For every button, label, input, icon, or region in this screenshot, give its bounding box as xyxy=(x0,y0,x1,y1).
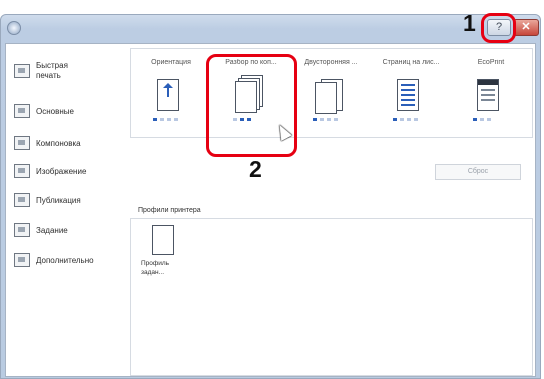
ecoprint-icon xyxy=(477,79,499,111)
orientation-icon xyxy=(157,79,179,111)
tile-pages-per-sheet[interactable]: Страниц на лис... xyxy=(371,49,451,137)
profiles-list: Профиль задан... xyxy=(130,218,533,376)
setting-dots xyxy=(473,118,503,122)
main-panel: Ориентация Разбор по коп... Двусторонняя… xyxy=(130,44,535,376)
sidebar-item-label: Компоновка xyxy=(36,138,81,148)
sidebar: Быстрая печать Основные Компоновка Изобр… xyxy=(6,44,126,376)
callout-number-2: 2 xyxy=(249,156,262,182)
sidebar-item-advanced[interactable]: Дополнительно xyxy=(10,249,120,271)
layout-icon xyxy=(14,136,30,150)
tile-caption: EcoPrint xyxy=(477,59,505,66)
callout-number-1: 1 xyxy=(463,10,476,36)
app-icon xyxy=(7,21,21,35)
sidebar-item-image[interactable]: Изображение xyxy=(10,160,120,182)
pages-per-sheet-icon xyxy=(397,79,419,111)
setting-dots xyxy=(393,118,423,122)
sidebar-item-basic[interactable]: Основные xyxy=(10,100,120,122)
sidebar-item-publishing[interactable]: Публикация xyxy=(10,189,120,211)
sidebar-item-label: Задание xyxy=(36,225,68,235)
tile-orientation[interactable]: Ориентация xyxy=(131,49,211,137)
close-button[interactable]: ✕ xyxy=(513,19,539,36)
sidebar-item-label: печать xyxy=(36,71,61,80)
sidebar-item-label: Публикация xyxy=(36,195,81,205)
advanced-icon xyxy=(14,253,30,267)
setting-dots xyxy=(153,118,183,122)
basic-icon xyxy=(14,104,30,118)
sidebar-item-label: Изображение xyxy=(36,166,87,176)
job-icon xyxy=(14,223,30,237)
restore-button[interactable]: Сброс xyxy=(435,164,521,180)
quick-settings-tiles: Ориентация Разбор по коп... Двусторонняя… xyxy=(130,48,533,138)
sidebar-item-quick-print[interactable]: Быстрая печать xyxy=(10,56,120,86)
profile-name: Профиль задан... xyxy=(141,260,170,276)
sidebar-item-job[interactable]: Задание xyxy=(10,219,120,241)
titlebar: ? ✕ xyxy=(1,15,540,41)
callout-box-1 xyxy=(481,13,516,43)
sidebar-item-layout[interactable]: Компоновка xyxy=(10,132,120,154)
tile-duplex[interactable]: Двусторонняя ... xyxy=(291,49,371,137)
sidebar-item-label: Быстрая xyxy=(36,61,68,70)
callout-box-2 xyxy=(206,54,297,157)
profile-icon xyxy=(152,225,174,255)
setting-dots xyxy=(313,118,343,122)
publishing-icon xyxy=(14,193,30,207)
tile-caption: Двусторонняя ... xyxy=(304,59,358,66)
profiles-label: Профили принтера xyxy=(138,207,201,214)
tile-caption: Страниц на лис... xyxy=(382,59,440,66)
sidebar-item-label: Основные xyxy=(36,106,74,116)
image-icon xyxy=(14,164,30,178)
tile-caption: Ориентация xyxy=(151,59,191,66)
quick-print-icon xyxy=(14,64,30,78)
sidebar-item-label: Дополнительно xyxy=(36,255,94,265)
tile-ecoprint[interactable]: EcoPrint xyxy=(451,49,531,137)
